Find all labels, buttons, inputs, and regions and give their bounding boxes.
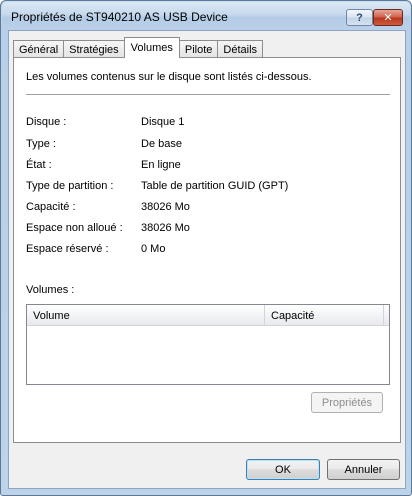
- window-title: Propriétés de ST940210 AS USB Device: [11, 10, 228, 24]
- tab-volumes[interactable]: Volumes: [123, 37, 180, 58]
- help-icon: ?: [356, 11, 363, 24]
- column-header-capacity[interactable]: Capacité: [265, 305, 384, 326]
- tab-strategies[interactable]: Stratégies: [63, 40, 124, 58]
- type-label: Type :: [26, 138, 56, 150]
- disk-value: Disque 1: [141, 116, 185, 128]
- tab-label: Pilote: [184, 43, 213, 56]
- title-bar[interactable]: Propriétés de ST940210 AS USB Device ? ✕: [2, 2, 410, 30]
- button-label: Propriétés: [321, 396, 373, 409]
- tab-label: Volumes: [130, 42, 173, 54]
- tab-general[interactable]: Général: [13, 40, 64, 58]
- volume-properties-button[interactable]: Propriétés: [311, 392, 383, 413]
- button-label: OK: [275, 463, 291, 476]
- tab-pilote[interactable]: Pilote: [179, 40, 218, 58]
- properties-dialog: Propriétés de ST940210 AS USB Device ? ✕…: [0, 0, 412, 496]
- type-value: De base: [141, 138, 182, 150]
- dialog-client-area: Général Stratégies Volumes Pilote Détail…: [8, 30, 406, 489]
- column-header-volume[interactable]: Volume: [27, 305, 265, 326]
- unallocated-space-value: 38026 Mo: [141, 222, 190, 234]
- tab-details[interactable]: Détails: [217, 40, 264, 58]
- column-label: Volume: [33, 309, 70, 322]
- intro-text: Les volumes contenus sur le disque sont …: [26, 71, 312, 83]
- status-value: En ligne: [141, 159, 181, 171]
- disk-label: Disque :: [26, 116, 67, 128]
- close-button[interactable]: ✕: [373, 9, 403, 26]
- capacity-label: Capacité :: [26, 201, 76, 213]
- ok-button[interactable]: OK: [246, 459, 320, 480]
- capacity-value: 38026 Mo: [141, 201, 190, 213]
- reserved-space-value: 0 Mo: [141, 243, 166, 255]
- list-header: Volume Capacité: [27, 305, 389, 326]
- volumes-label: Volumes :: [26, 284, 75, 296]
- column-label: Capacité: [271, 309, 315, 322]
- volumes-list[interactable]: Volume Capacité: [26, 304, 390, 385]
- help-button[interactable]: ?: [346, 9, 373, 26]
- unallocated-space-label: Espace non alloué :: [26, 222, 123, 234]
- tab-label: Détails: [223, 43, 258, 56]
- separator: [26, 94, 390, 95]
- tab-strip: Général Stratégies Volumes Pilote Détail…: [13, 37, 264, 58]
- reserved-space-label: Espace réservé :: [26, 243, 109, 255]
- partition-type-value: Table de partition GUID (GPT): [141, 180, 289, 192]
- cancel-button[interactable]: Annuler: [327, 459, 400, 480]
- tab-label: Général: [19, 43, 59, 56]
- close-icon: ✕: [383, 12, 393, 24]
- partition-type-label: Type de partition :: [26, 180, 114, 192]
- status-label: État :: [26, 159, 52, 171]
- button-label: Annuler: [344, 463, 383, 476]
- tab-label: Stratégies: [69, 43, 119, 56]
- volumes-tab-panel: Les volumes contenus sur le disque sont …: [13, 57, 401, 443]
